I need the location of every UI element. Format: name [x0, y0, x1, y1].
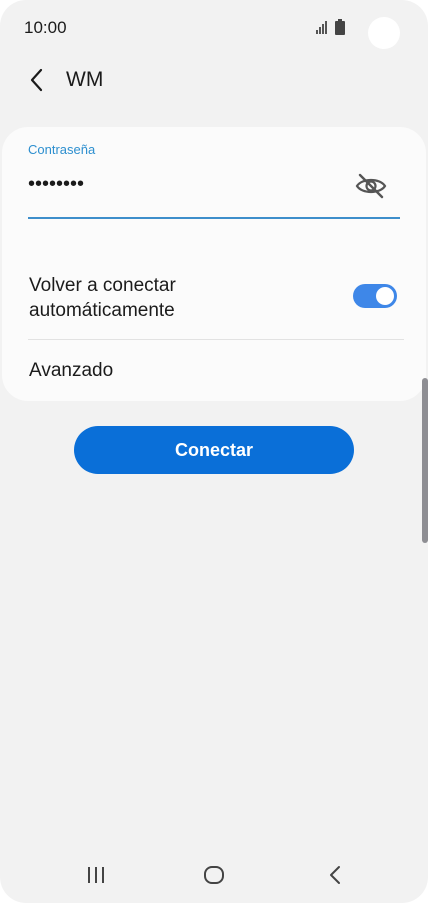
home-icon — [204, 866, 224, 884]
recent-apps-icon — [88, 867, 104, 883]
password-field[interactable]: •••••••• — [28, 173, 84, 196]
auto-reconnect-label: Volver a conectar automáticamente — [29, 275, 176, 321]
status-bar: 10:00 — [0, 0, 428, 56]
app-header: WM — [0, 56, 428, 106]
scrollbar[interactable] — [422, 378, 428, 543]
phone-screen: 10:00 WM Contraseña •••••••• Volver a co… — [0, 0, 428, 903]
navigation-bar — [0, 845, 428, 903]
chevron-left-icon[interactable] — [24, 66, 52, 94]
battery-icon — [335, 19, 345, 35]
password-field-label: Contraseña — [28, 142, 96, 157]
camera-cutout — [368, 17, 400, 49]
recent-apps-button[interactable] — [76, 855, 116, 895]
advanced-option[interactable]: Avanzado — [2, 340, 426, 400]
password-field-underline — [28, 217, 400, 219]
status-time: 10:00 — [24, 18, 67, 37]
home-button[interactable] — [194, 855, 234, 895]
page-title: WM — [66, 68, 104, 91]
advanced-label: Avanzado — [29, 360, 114, 381]
signal-icon — [316, 21, 327, 34]
eye-off-icon[interactable] — [354, 171, 388, 201]
auto-reconnect-toggle[interactable] — [353, 284, 397, 308]
toggle-knob — [374, 285, 396, 307]
back-button[interactable] — [315, 855, 355, 895]
network-settings-card: Contraseña •••••••• Volver a conectar au… — [2, 127, 426, 401]
back-icon — [330, 866, 340, 884]
connect-button[interactable]: Conectar — [74, 426, 354, 474]
